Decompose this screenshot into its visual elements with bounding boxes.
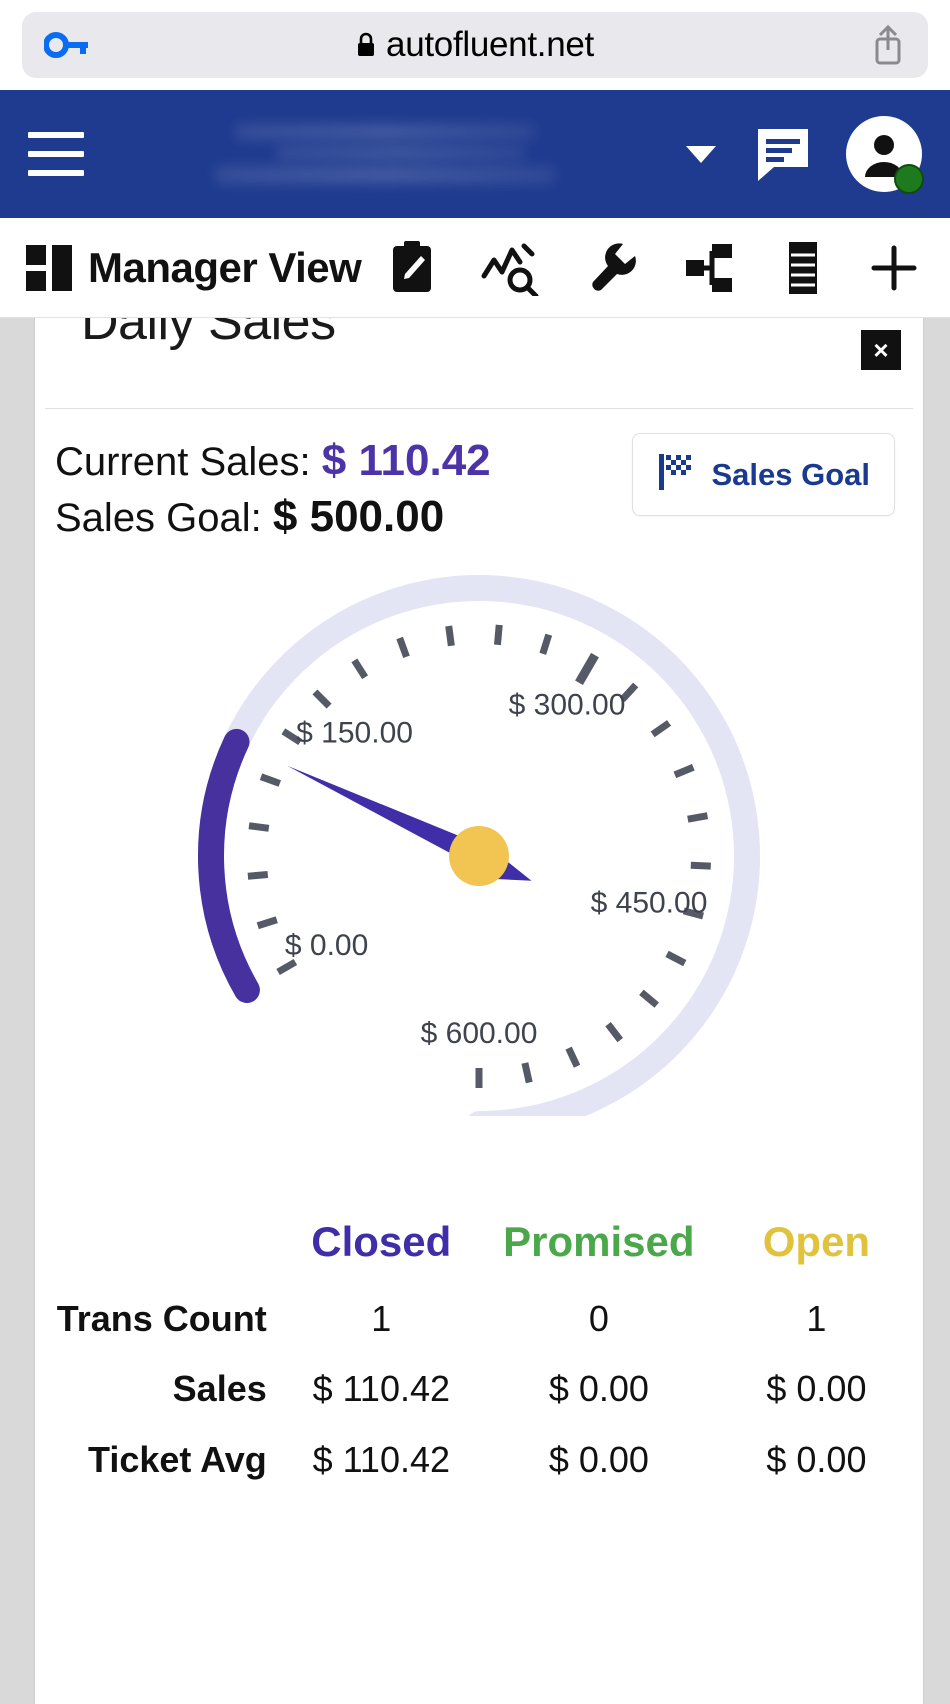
row-label-sales: Sales	[172, 1368, 267, 1410]
hamburger-menu-icon[interactable]	[28, 132, 84, 176]
dashboard-grid-icon[interactable]	[26, 244, 72, 291]
checkered-flag-icon	[657, 452, 695, 497]
gauge-tick-label: $ 600.00	[421, 1017, 538, 1050]
status-badge	[894, 164, 924, 194]
table-header-open: Open	[762, 1217, 871, 1265]
wrench-icon[interactable]	[585, 240, 639, 296]
url-text: autofluent.net	[386, 25, 594, 64]
card-title: Daily Sales	[81, 318, 336, 351]
gauge-tick	[605, 1021, 624, 1042]
table-header-row: Closed Promised Open	[35, 1212, 923, 1284]
page-title: Manager View	[88, 243, 362, 291]
card-header: Daily Sales ×	[35, 318, 923, 408]
key-icon[interactable]	[44, 30, 96, 60]
cell-ticket-avg-closed: $ 110.42	[312, 1438, 451, 1480]
current-sales-value: $ 110.42	[321, 436, 491, 485]
url-bar[interactable]: autofluent.net	[22, 12, 928, 78]
sales-goal-label: Sales Goal:	[55, 496, 262, 541]
url-display[interactable]: autofluent.net	[96, 25, 854, 65]
gauge-tick	[665, 950, 687, 966]
gauge-tick	[639, 989, 659, 1008]
gauge-tick	[351, 658, 369, 679]
gauge-tick	[276, 958, 298, 975]
user-avatar-icon[interactable]	[846, 116, 924, 194]
table-row: Sales $ 110.42 $ 0.00 $ 0.00	[35, 1354, 923, 1424]
manager-view-toolbar: Manager View	[0, 218, 950, 318]
gauge-tick	[312, 689, 332, 709]
gauge-tick	[687, 811, 709, 823]
receipt-icon[interactable]	[781, 239, 825, 297]
gauge-tick	[256, 916, 278, 929]
table-row: Ticket Avg $ 110.42 $ 0.00 $ 0.00	[35, 1425, 923, 1495]
chat-message-icon[interactable]	[754, 125, 812, 183]
share-icon[interactable]	[854, 23, 906, 67]
cell-sales-closed: $ 110.42	[312, 1368, 451, 1410]
gauge-tick	[521, 1061, 533, 1083]
gauge-tick-label: $ 150.00	[296, 716, 413, 749]
cell-trans-count-closed: 1	[371, 1297, 392, 1339]
cell-trans-count-promised: 0	[588, 1297, 609, 1339]
hierarchy-icon[interactable]	[682, 240, 738, 296]
sales-gauge: $ 0.00 $ 150.00 $ 300.00 $ 450.00 $ 600.00	[35, 556, 923, 1116]
gauge-hub	[449, 825, 509, 886]
current-sales-label: Current Sales:	[55, 440, 311, 484]
close-icon[interactable]: ×	[861, 330, 901, 370]
gauge-tick-label: $ 300.00	[509, 688, 626, 721]
gauge-tick	[247, 870, 269, 880]
cell-sales-open: $ 0.00	[766, 1368, 867, 1410]
cell-ticket-avg-promised: $ 0.00	[548, 1438, 649, 1480]
gauge-tick	[539, 633, 553, 655]
chevron-down-icon[interactable]	[686, 145, 716, 163]
table-header-promised: Promised	[503, 1217, 695, 1265]
sales-goal-line: Sales Goal: $ 500.00	[55, 489, 491, 545]
gauge-tick	[445, 625, 455, 646]
gauge-tick	[673, 763, 695, 778]
app-header	[0, 90, 950, 218]
cell-sales-promised: $ 0.00	[548, 1368, 649, 1410]
gauge-tick	[396, 636, 410, 658]
gauge-tick	[259, 772, 281, 787]
gauge-tick-label: $ 0.00	[285, 929, 368, 962]
browser-chrome: autofluent.net	[0, 0, 950, 90]
sales-goal-button-label: Sales Goal	[711, 456, 870, 492]
gauge-tick-label: $ 450.00	[591, 886, 708, 919]
gauge-tick	[248, 821, 270, 832]
clipboard-edit-icon[interactable]	[387, 240, 437, 296]
daily-sales-card: Daily Sales × Current Sales: $ 110.42 Sa…	[34, 318, 924, 1704]
table-header-closed: Closed	[311, 1217, 452, 1265]
cell-ticket-avg-open: $ 0.00	[766, 1438, 867, 1480]
gauge-tick	[690, 861, 711, 870]
lock-icon	[356, 32, 376, 58]
gauge-tick	[493, 624, 503, 645]
sales-goal-value: $ 500.00	[272, 492, 445, 542]
header-title-redacted	[84, 90, 686, 218]
gauge-value-arc	[198, 728, 260, 1003]
table-row: Trans Count 1 0 1	[35, 1284, 923, 1354]
page-background: Daily Sales × Current Sales: $ 110.42 Sa…	[0, 318, 950, 1704]
gauge-tick	[565, 1046, 581, 1068]
gauge-tick	[575, 652, 599, 685]
gauge-tick	[650, 719, 672, 737]
chart-search-icon[interactable]	[480, 240, 542, 296]
sales-goal-button[interactable]: Sales Goal	[632, 433, 895, 516]
gauge-chart: $ 0.00 $ 150.00 $ 300.00 $ 450.00 $ 600.00	[198, 574, 760, 1116]
row-label-trans-count: Trans Count	[56, 1297, 267, 1339]
summary-row: Current Sales: $ 110.42 Sales Goal: $ 50…	[35, 409, 923, 546]
plus-icon[interactable]	[868, 242, 920, 294]
row-label-ticket-avg: Ticket Avg	[88, 1438, 267, 1480]
table-header-blank	[35, 1212, 275, 1284]
sales-summary-table: Closed Promised Open Trans Count 1 0 1 S…	[35, 1212, 923, 1495]
current-sales-line: Current Sales: $ 110.42	[55, 433, 491, 489]
cell-trans-count-open: 1	[806, 1297, 827, 1339]
